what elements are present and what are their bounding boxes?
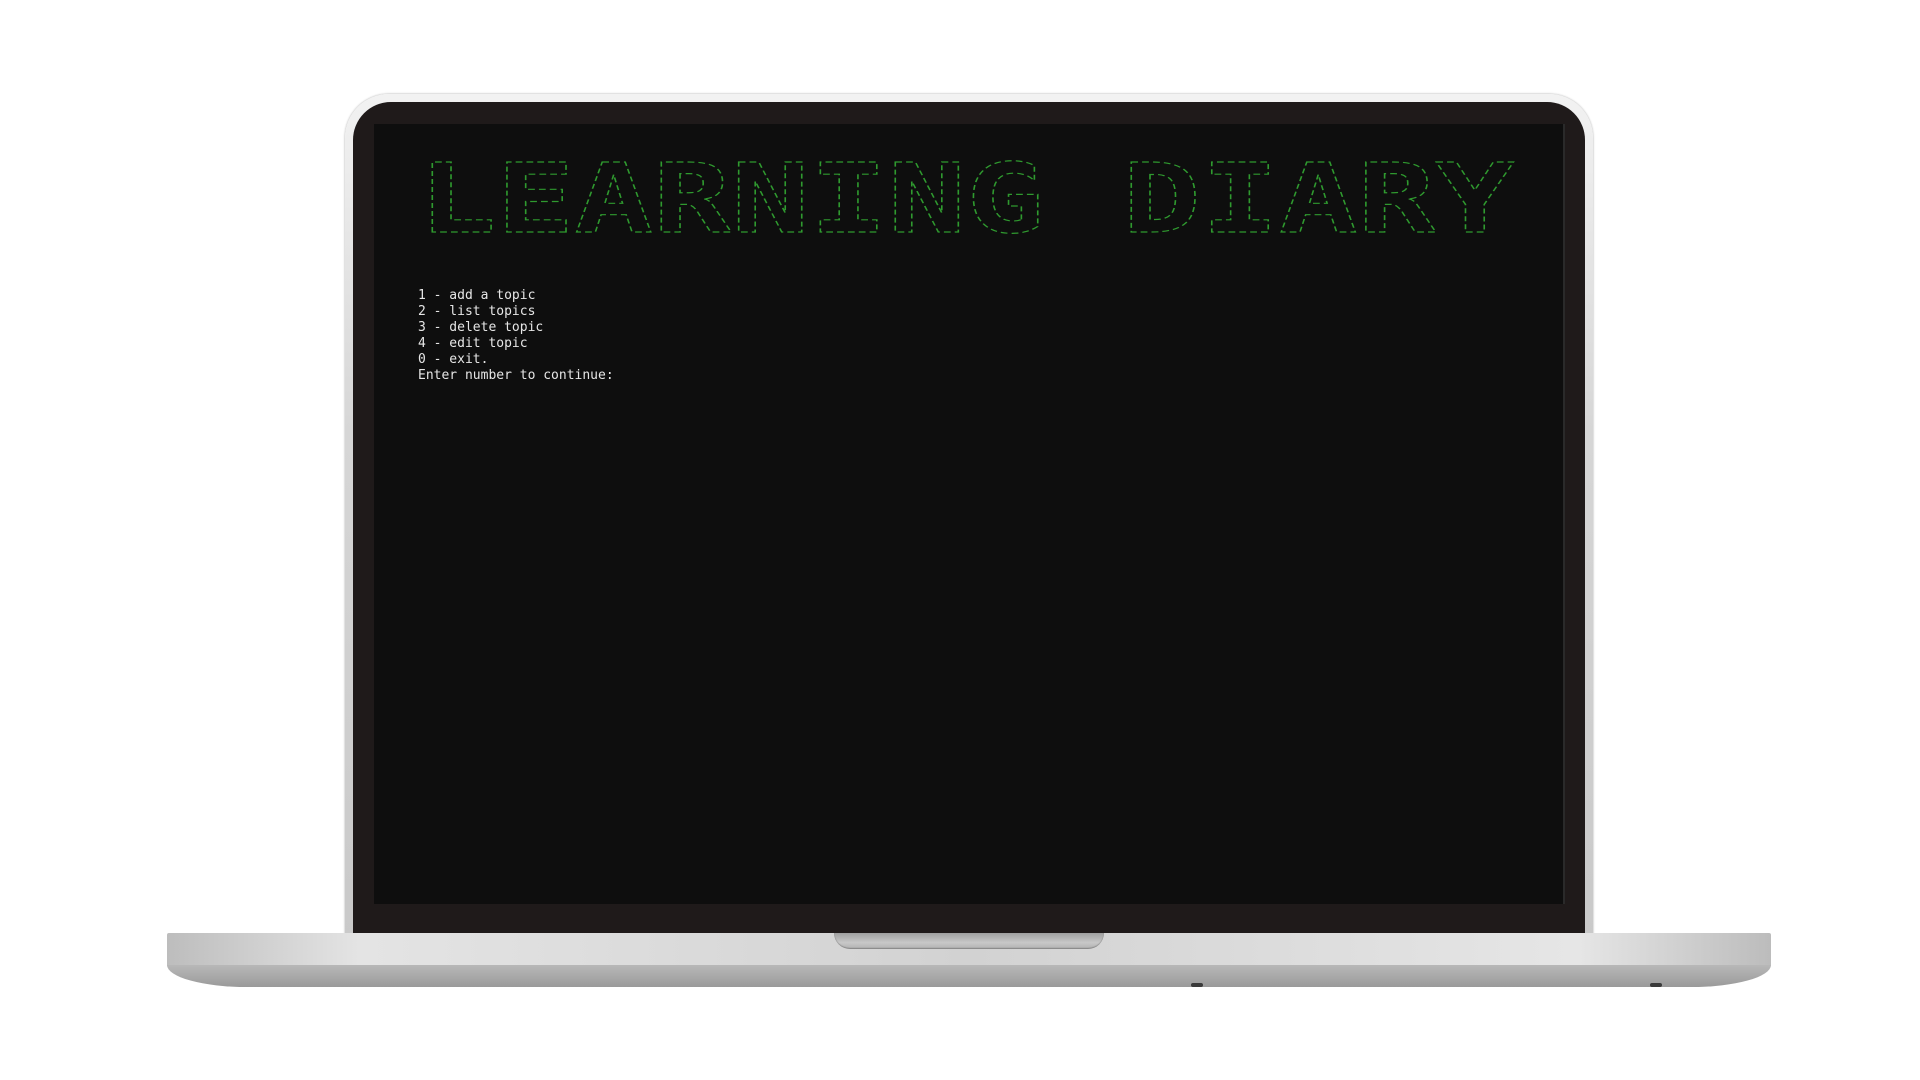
menu-option-delete-topic: 3 - delete topic bbox=[418, 320, 544, 335]
input-prompt[interactable]: Enter number to continue: bbox=[418, 368, 614, 384]
terminal-window[interactable]: LEARNING DIARY 1 - add a topic 2 - list … bbox=[374, 124, 1565, 904]
laptop-mockup: LEARNING DIARY 1 - add a topic 2 - list … bbox=[0, 0, 1920, 1080]
lid-opening-notch bbox=[834, 933, 1104, 949]
laptop-foot bbox=[1191, 983, 1203, 987]
terminal-output: 1 - add a topic 2 - list topics 3 - dele… bbox=[418, 288, 614, 384]
laptop-base-lip bbox=[167, 965, 1771, 987]
menu-option-exit: 0 - exit. bbox=[418, 352, 489, 367]
ascii-banner-text: LEARNING DIARY bbox=[418, 152, 1514, 244]
menu-option-edit-topic: 4 - edit topic bbox=[418, 336, 528, 351]
ascii-banner-art: LEARNING DIARY bbox=[418, 152, 1515, 244]
ascii-banner: LEARNING DIARY bbox=[418, 152, 1518, 244]
menu-option-add-topic: 1 - add a topic bbox=[418, 288, 536, 303]
laptop-foot bbox=[1650, 983, 1662, 987]
screen-edge bbox=[1563, 124, 1565, 904]
menu-option-list-topics: 2 - list topics bbox=[418, 304, 536, 319]
